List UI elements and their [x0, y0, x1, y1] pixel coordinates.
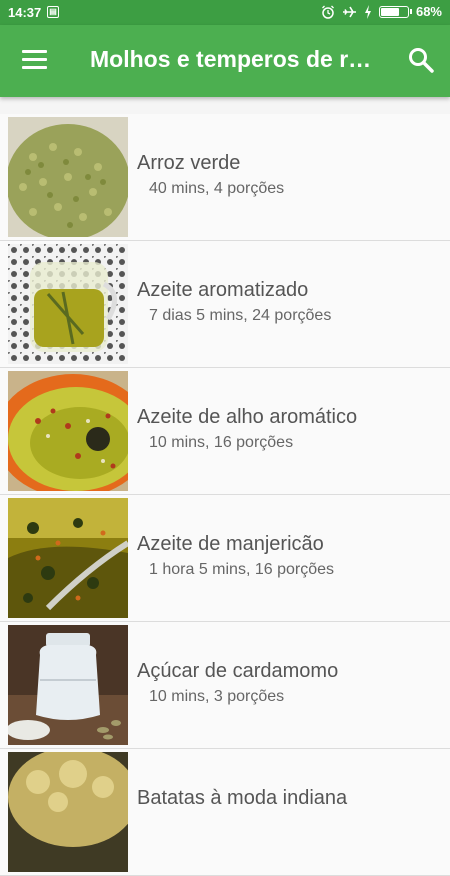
recipe-meta: 7 dias 5 mins, 24 porções: [149, 307, 332, 324]
recipe-row[interactable]: Azeite de manjericão 1 hora 5 mins, 16 p…: [0, 495, 450, 622]
recipe-meta: 10 mins, 16 porções: [149, 434, 294, 451]
recipe-row[interactable]: Arroz verde 40 mins, 4 porções: [0, 114, 450, 241]
alarm-icon: [322, 5, 334, 19]
charging-icon: [364, 4, 371, 19]
recipe-name: Batatas à moda indiana: [137, 787, 348, 809]
green-rice-photo: [8, 117, 128, 237]
status-time: 14:37: [8, 5, 42, 20]
status-bar: 14:37 ▤ 68%: [0, 0, 450, 25]
cardamom-sugar-jar-photo: [8, 625, 128, 745]
recipe-row[interactable]: Azeite de alho aromático 10 mins, 16 por…: [0, 368, 450, 495]
recipe-meta: 10 mins, 3 porções: [149, 688, 285, 705]
hamburger-menu-icon[interactable]: [18, 47, 52, 75]
recipe-meta: 40 mins, 4 porções: [149, 180, 285, 197]
recipe-meta: 1 hora 5 mins, 16 porções: [149, 561, 334, 578]
battery-icon: [378, 5, 412, 18]
app-bar: Molhos e temperos de r…: [0, 25, 450, 97]
recipe-name: Azeite de manjericão: [137, 533, 324, 555]
search-icon[interactable]: [406, 45, 436, 75]
recipe-row[interactable]: Batatas à moda indiana: [0, 749, 450, 876]
battery-percent: 68%: [415, 4, 442, 19]
indian-potatoes-photo: [8, 752, 128, 872]
basil-oil-photo: [8, 498, 128, 618]
page-title: Molhos e temperos de r…: [90, 46, 372, 72]
recipe-name: Arroz verde: [137, 152, 241, 174]
recipe-row[interactable]: Açúcar de cardamomo 10 mins, 3 porções: [0, 622, 450, 749]
sim-card-icon: ▤: [47, 6, 59, 18]
recipe-name: Açúcar de cardamomo: [137, 660, 339, 682]
status-icons: 68%: [321, 4, 442, 19]
garlic-oil-bowl-photo: [8, 371, 128, 491]
aromatic-oil-jar-photo: [8, 244, 128, 364]
airplane-icon: [342, 6, 356, 17]
recipe-name: Azeite de alho aromático: [137, 406, 358, 428]
recipe-name: Azeite aromatizado: [137, 279, 309, 301]
recipe-row[interactable]: Azeite aromatizado 7 dias 5 mins, 24 por…: [0, 241, 450, 368]
recipe-list: Arroz verde 40 mins, 4 porções Azeite ar…: [0, 114, 450, 876]
